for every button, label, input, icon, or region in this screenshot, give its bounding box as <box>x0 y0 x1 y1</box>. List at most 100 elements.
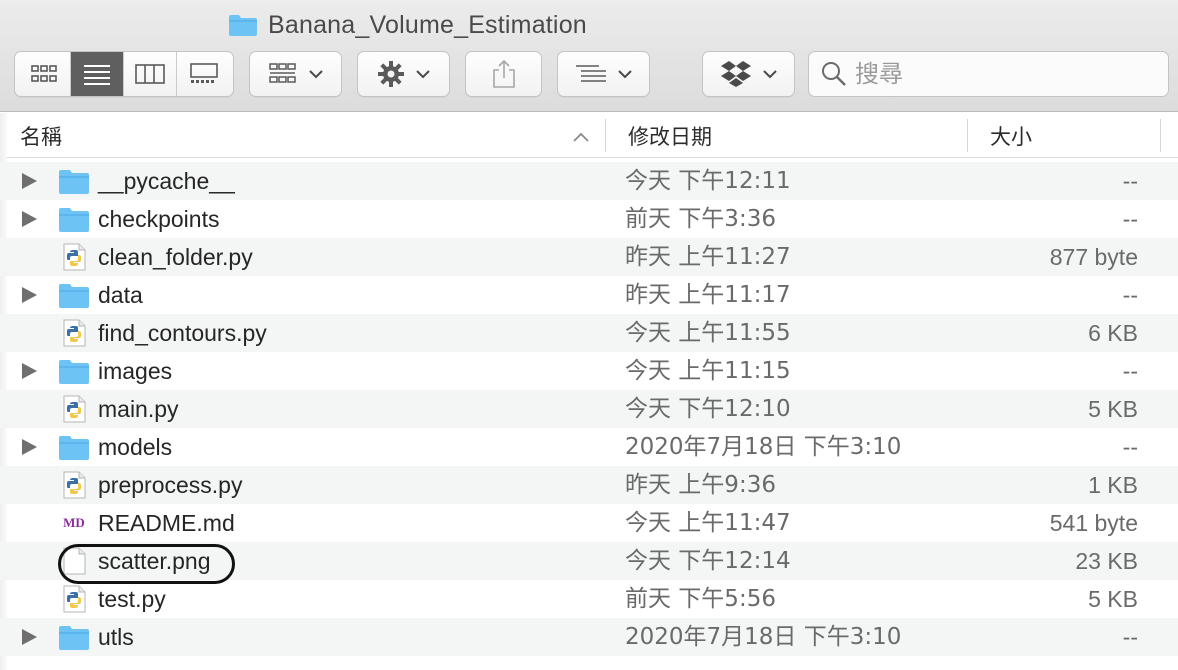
file-modified-date: 昨天 上午11:27 <box>625 244 791 270</box>
view-mode-switcher <box>14 51 234 97</box>
file-modified-date: 今天 上午11:47 <box>625 510 791 536</box>
share-button[interactable] <box>465 51 542 97</box>
file-size: -- <box>1122 624 1138 650</box>
chevron-down-icon <box>415 70 430 79</box>
file-row[interactable]: scatter.png 今天 下午12:14 23 KB <box>0 542 1178 584</box>
file-modified-date: 2020年7月18日 下午3:10 <box>625 434 902 460</box>
file-size: 877 byte <box>1049 244 1138 270</box>
disclosure-triangle-icon[interactable] <box>22 173 37 189</box>
window-title-bar: Banana_Volume_Estimation <box>228 10 587 40</box>
chevron-down-icon <box>308 70 323 79</box>
disclosure-triangle-icon[interactable] <box>22 439 37 455</box>
arrange-dropdown[interactable] <box>557 51 650 97</box>
file-row[interactable]: clean_folder.py 昨天 上午11:27 877 byte <box>0 238 1178 276</box>
list-view-button[interactable] <box>71 52 124 96</box>
column-name-label: 名稱 <box>20 124 62 149</box>
column-divider[interactable] <box>967 119 968 152</box>
column-header-date[interactable]: 修改日期 <box>628 113 712 158</box>
folder-icon <box>59 170 89 194</box>
action-dropdown[interactable] <box>357 51 450 97</box>
markdown-icon-label: MD <box>63 515 85 530</box>
file-name: checkpoints <box>98 206 220 232</box>
file-modified-date: 昨天 上午9:36 <box>625 472 776 498</box>
python-file-icon <box>63 243 86 271</box>
file-name: test.py <box>98 586 166 612</box>
python-file-icon <box>63 395 86 423</box>
icon-view-button[interactable] <box>18 52 71 96</box>
column-size-label: 大小 <box>990 124 1032 149</box>
sort-ascending-icon <box>573 132 589 142</box>
columns-icon <box>135 64 165 84</box>
file-modified-date: 今天 下午12:10 <box>625 396 791 422</box>
file-size: 5 KB <box>1088 396 1138 422</box>
dropbox-dropdown[interactable] <box>702 51 795 97</box>
file-row[interactable]: main.py 今天 下午12:10 5 KB <box>0 390 1178 428</box>
markdown-file-icon: MD <box>58 509 90 537</box>
disclosure-triangle-icon[interactable] <box>22 211 37 227</box>
column-header-size[interactable]: 大小 <box>990 113 1032 158</box>
dropbox-icon <box>720 61 751 87</box>
file-list: __pycache__ 今天 下午12:11 -- checkpoints 前天 下午… <box>0 162 1178 656</box>
folder-icon <box>59 284 89 308</box>
image-file-icon <box>63 547 86 575</box>
file-name: clean_folder.py <box>98 244 253 270</box>
search-field[interactable] <box>808 51 1169 97</box>
disclosure-triangle-icon[interactable] <box>22 287 37 303</box>
file-row[interactable]: data 昨天 上午11:17 -- <box>0 276 1178 314</box>
column-divider[interactable] <box>1160 119 1161 152</box>
finder-toolbar: Banana_Volume_Estimation <box>0 0 1178 112</box>
file-row[interactable]: models 2020年7月18日 下午3:10 -- <box>0 428 1178 466</box>
column-header: 名稱 修改日期 大小 <box>0 113 1178 158</box>
file-size: 5 KB <box>1088 586 1138 612</box>
file-modified-date: 昨天 上午11:17 <box>625 282 791 308</box>
folder-icon <box>59 360 89 384</box>
file-modified-date: 今天 下午12:11 <box>625 168 791 194</box>
chevron-down-icon <box>762 70 777 79</box>
file-row[interactable]: utls 2020年7月18日 下午3:10 -- <box>0 618 1178 656</box>
file-modified-date: 今天 下午12:14 <box>625 548 791 574</box>
column-divider[interactable] <box>605 119 606 152</box>
file-name: preprocess.py <box>98 472 243 498</box>
file-name: data <box>98 282 143 308</box>
group-by-dropdown[interactable] <box>249 51 342 97</box>
file-name: find_contours.py <box>98 320 267 346</box>
file-row[interactable]: find_contours.py 今天 上午11:55 6 KB <box>0 314 1178 352</box>
file-name: main.py <box>98 396 179 422</box>
file-size: -- <box>1122 434 1138 460</box>
file-size: 23 KB <box>1075 548 1138 574</box>
file-name: README.md <box>98 510 235 536</box>
file-modified-date: 今天 上午11:55 <box>625 320 791 346</box>
file-size: 1 KB <box>1088 472 1138 498</box>
icon-grid-icon <box>31 65 57 82</box>
disclosure-triangle-icon[interactable] <box>22 363 37 379</box>
disclosure-triangle-icon[interactable] <box>22 629 37 645</box>
folder-icon <box>59 436 89 460</box>
python-file-icon <box>63 319 86 347</box>
file-row[interactable]: __pycache__ 今天 下午12:11 -- <box>0 162 1178 200</box>
file-size: -- <box>1122 206 1138 232</box>
file-name: images <box>98 358 173 384</box>
window-title: Banana_Volume_Estimation <box>268 10 587 39</box>
column-header-name[interactable]: 名稱 <box>20 113 62 158</box>
file-name: utls <box>98 624 134 650</box>
file-size: -- <box>1122 282 1138 308</box>
file-row[interactable]: test.py 前天 下午5:56 5 KB <box>0 580 1178 618</box>
file-row[interactable]: checkpoints 前天 下午3:36 -- <box>0 200 1178 238</box>
search-input[interactable] <box>855 60 1155 88</box>
file-size: -- <box>1122 358 1138 384</box>
file-size: 541 byte <box>1049 510 1138 536</box>
file-row[interactable]: preprocess.py 昨天 上午9:36 1 KB <box>0 466 1178 504</box>
column-view-button[interactable] <box>124 52 177 96</box>
file-modified-date: 前天 下午3:36 <box>625 206 776 232</box>
file-size: 6 KB <box>1088 320 1138 346</box>
folder-icon <box>59 208 89 232</box>
folder-icon <box>59 626 89 650</box>
gallery-view-button[interactable] <box>177 52 230 96</box>
file-row[interactable]: MD README.md 今天 上午11:47 541 byte <box>0 504 1178 542</box>
gallery-icon <box>189 63 218 83</box>
group-icon <box>268 63 296 83</box>
file-row[interactable]: images 今天 上午11:15 -- <box>0 352 1178 390</box>
file-modified-date: 前天 下午5:56 <box>625 586 776 612</box>
list-lines-icon <box>84 65 110 85</box>
folder-icon <box>229 15 257 36</box>
